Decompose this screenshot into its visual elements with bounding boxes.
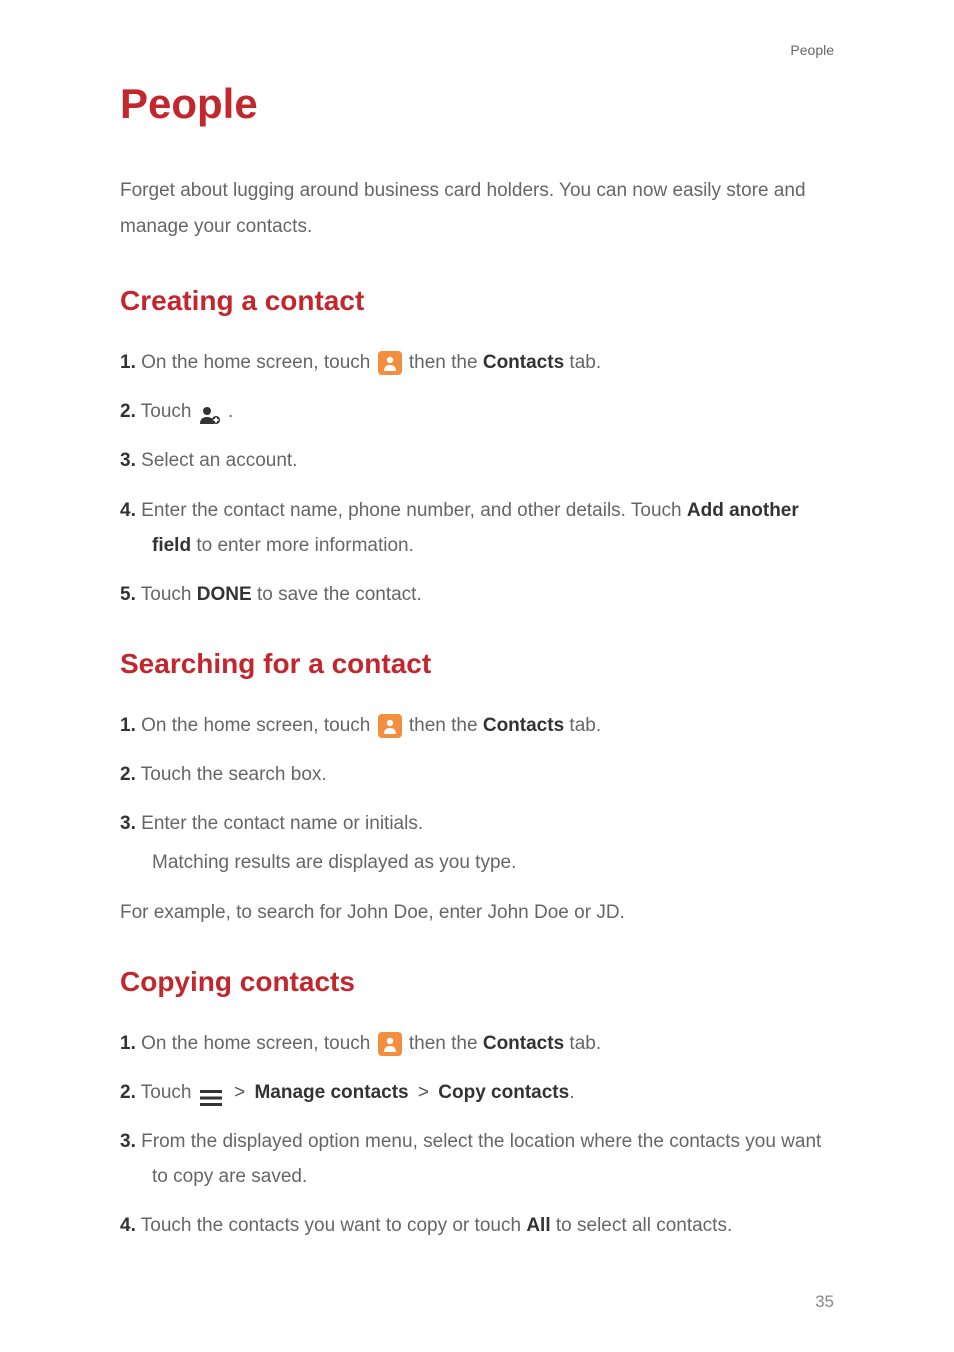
text: For example, to search for John Doe, ent… (120, 902, 488, 923)
example-initials: JD (596, 902, 619, 923)
text: to select all contacts. (551, 1215, 733, 1236)
chevron-separator: > (418, 1082, 429, 1103)
step-3: 3. Select an account. (120, 443, 834, 478)
step-number: 1. (120, 352, 136, 373)
text: tab. (564, 352, 601, 373)
done-label: DONE (197, 584, 252, 605)
step-number: 4. (120, 500, 136, 521)
text: Touch (141, 1082, 197, 1103)
step-4: 4. Touch the contacts you want to copy o… (120, 1208, 834, 1243)
example-name: John Doe (488, 902, 569, 923)
step-number: 2. (120, 401, 136, 422)
section-creating-contact: Creating a contact 1. On the home screen… (120, 285, 834, 612)
text: On the home screen, touch (141, 715, 375, 736)
text: or (569, 902, 596, 923)
text: Select an account. (141, 450, 297, 471)
step-number: 3. (120, 1131, 136, 1152)
header-section-label: People (790, 42, 834, 58)
text: Enter the contact name, phone number, an… (141, 500, 687, 521)
example-paragraph: For example, to search for John Doe, ent… (120, 895, 834, 930)
all-label: All (526, 1215, 550, 1236)
step-3-sub: Matching results are displayed as you ty… (120, 845, 834, 880)
text: On the home screen, touch (141, 1033, 375, 1054)
chevron-separator: > (234, 1082, 245, 1103)
text: Touch (141, 401, 197, 422)
text: Touch the contacts you want to copy or t… (141, 1215, 527, 1236)
text: Touch the search box. (141, 764, 327, 785)
contacts-tab-label: Contacts (483, 715, 564, 736)
intro-paragraph: Forget about lugging around business car… (120, 173, 834, 245)
heading-creating-contact: Creating a contact (120, 285, 834, 317)
page-title: People (120, 80, 834, 128)
step-number: 3. (120, 450, 136, 471)
contacts-app-icon (378, 1032, 402, 1056)
text: then the (404, 1033, 483, 1054)
page-number: 35 (815, 1292, 834, 1312)
add-contact-icon (199, 402, 221, 422)
step-number: 1. (120, 715, 136, 736)
section-searching-contact: Searching for a contact 1. On the home s… (120, 648, 834, 930)
step-1: 1. On the home screen, touch then the Co… (120, 708, 834, 743)
step-number: 2. (120, 1082, 136, 1103)
text: . (620, 902, 625, 923)
step-4: 4. Enter the contact name, phone number,… (120, 493, 834, 563)
text: Enter the contact name or initials. (141, 813, 423, 834)
step-number: 1. (120, 1033, 136, 1054)
heading-searching-contact: Searching for a contact (120, 648, 834, 680)
step-3: 3. Enter the contact name or initials. (120, 806, 834, 841)
text: tab. (564, 715, 601, 736)
step-2: 2. Touch > Manage contacts > Copy contac… (120, 1075, 834, 1110)
manage-contacts-label: Manage contacts (254, 1082, 408, 1103)
text: On the home screen, touch (141, 352, 375, 373)
text: tab. (564, 1033, 601, 1054)
step-2: 2. Touch the search box. (120, 757, 834, 792)
contacts-tab-label: Contacts (483, 1033, 564, 1054)
text: then the (404, 715, 483, 736)
text: Touch (141, 584, 197, 605)
text: to enter more information. (191, 535, 414, 556)
step-2: 2. Touch . (120, 394, 834, 429)
heading-copying-contacts: Copying contacts (120, 966, 834, 998)
text: to save the contact. (252, 584, 422, 605)
step-1: 1. On the home screen, touch then the Co… (120, 345, 834, 380)
contacts-tab-label: Contacts (483, 352, 564, 373)
step-number: 4. (120, 1215, 136, 1236)
contacts-app-icon (378, 351, 402, 375)
copy-contacts-label: Copy contacts (438, 1082, 569, 1103)
text: From the displayed option menu, select t… (141, 1131, 821, 1187)
text: . (223, 401, 234, 422)
step-1: 1. On the home screen, touch then the Co… (120, 1026, 834, 1061)
step-number: 5. (120, 584, 136, 605)
menu-icon (199, 1084, 223, 1102)
contacts-app-icon (378, 714, 402, 738)
text: then the (404, 352, 483, 373)
step-number: 2. (120, 764, 136, 785)
step-number: 3. (120, 813, 136, 834)
section-copying-contacts: Copying contacts 1. On the home screen, … (120, 966, 834, 1244)
step-3: 3. From the displayed option menu, selec… (120, 1124, 834, 1194)
step-5: 5. Touch DONE to save the contact. (120, 577, 834, 612)
